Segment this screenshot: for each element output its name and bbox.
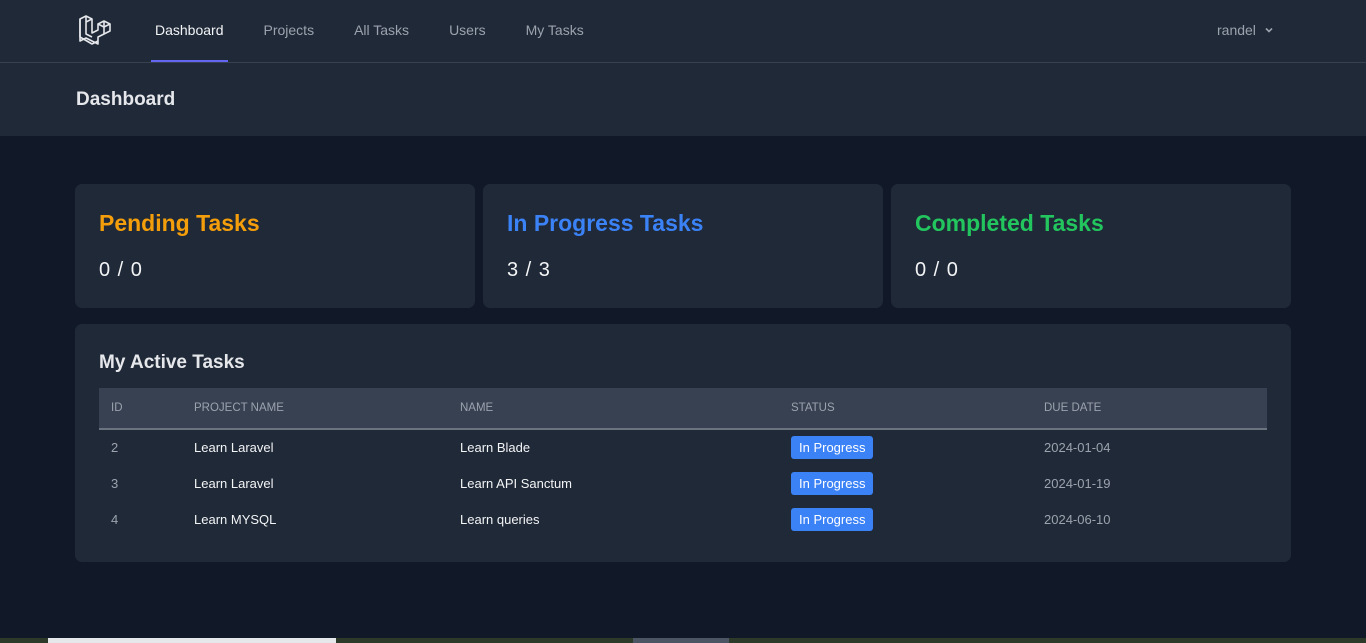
stat-value: 0 / 0 (915, 259, 959, 281)
nav-links: Dashboard Projects All Tasks Users My Ta… (151, 0, 620, 62)
stat-card-in-progress: In Progress Tasks 3 / 3 (483, 184, 883, 308)
nav-users[interactable]: Users (445, 0, 490, 62)
active-tasks-panel: My Active Tasks ID PROJECT NAME NAME STA… (75, 324, 1291, 562)
status-badge: In Progress (791, 436, 874, 459)
column-header-project-name[interactable]: PROJECT NAME (182, 388, 448, 429)
cell-due-date: 2024-01-04 (1044, 440, 1111, 455)
cell-id: 4 (111, 511, 119, 527)
stat-title: Pending Tasks (99, 210, 260, 236)
nav-projects[interactable]: Projects (260, 0, 319, 62)
user-menu-button[interactable]: randel (1217, 0, 1274, 60)
page-header: Dashboard (0, 63, 1366, 136)
cell-status: In Progress (779, 501, 1032, 537)
laravel-logo-icon[interactable] (77, 13, 111, 47)
column-header-status[interactable]: STATUS (779, 388, 1032, 429)
stat-card-pending: Pending Tasks 0 / 0 (75, 184, 475, 308)
table-header-row: ID PROJECT NAME NAME STATUS DUE DATE (99, 388, 1267, 429)
cell-project-name: Learn Laravel (194, 440, 274, 455)
cell-task-name[interactable]: Learn Blade (448, 429, 779, 465)
nav-dashboard[interactable]: Dashboard (151, 0, 228, 62)
stat-value: 3 / 3 (507, 259, 551, 281)
column-header-id[interactable]: ID (99, 388, 182, 429)
table-row: 4 Learn MYSQL Learn queries In Progress … (99, 501, 1267, 537)
tasks-table: ID PROJECT NAME NAME STATUS DUE DATE 2 L… (99, 388, 1267, 537)
status-badge: In Progress (791, 471, 874, 495)
status-badge: In Progress (791, 507, 874, 531)
cell-status: In Progress (779, 429, 1032, 465)
cell-project-name: Learn Laravel (194, 475, 274, 491)
cell-task-name[interactable]: Learn queries (448, 501, 779, 537)
nav-my-tasks[interactable]: My Tasks (522, 0, 588, 62)
scrollbar-thumb[interactable] (48, 638, 336, 643)
stat-title: In Progress Tasks (507, 210, 704, 236)
nav-all-tasks[interactable]: All Tasks (350, 0, 413, 62)
cell-due-date: 2024-06-10 (1044, 511, 1111, 527)
scrollbar-segment (633, 638, 729, 643)
user-name: randel (1217, 22, 1256, 38)
top-navigation: Dashboard Projects All Tasks Users My Ta… (0, 0, 1366, 63)
stat-value: 0 / 0 (99, 259, 143, 281)
cell-task-name[interactable]: Learn API Sanctum (448, 465, 779, 501)
cell-id: 3 (111, 475, 119, 491)
cell-project-name: Learn MYSQL (194, 511, 277, 527)
column-header-due-date[interactable]: DUE DATE (1032, 388, 1267, 429)
column-header-name[interactable]: NAME (448, 388, 779, 429)
cell-status: In Progress (779, 465, 1032, 501)
stat-title: Completed Tasks (915, 210, 1104, 236)
table-row: 3 Learn Laravel Learn API Sanctum In Pro… (99, 465, 1267, 501)
bottom-scrollbar-strip (0, 638, 1366, 643)
panel-title: My Active Tasks (99, 352, 245, 373)
chevron-down-icon (1265, 27, 1273, 33)
table-row: 2 Learn Laravel Learn Blade In Progress … (99, 429, 1267, 465)
stat-card-completed: Completed Tasks 0 / 0 (891, 184, 1291, 308)
cell-due-date: 2024-01-19 (1044, 475, 1111, 491)
page-title: Dashboard (76, 89, 176, 110)
cell-id: 2 (111, 440, 119, 455)
